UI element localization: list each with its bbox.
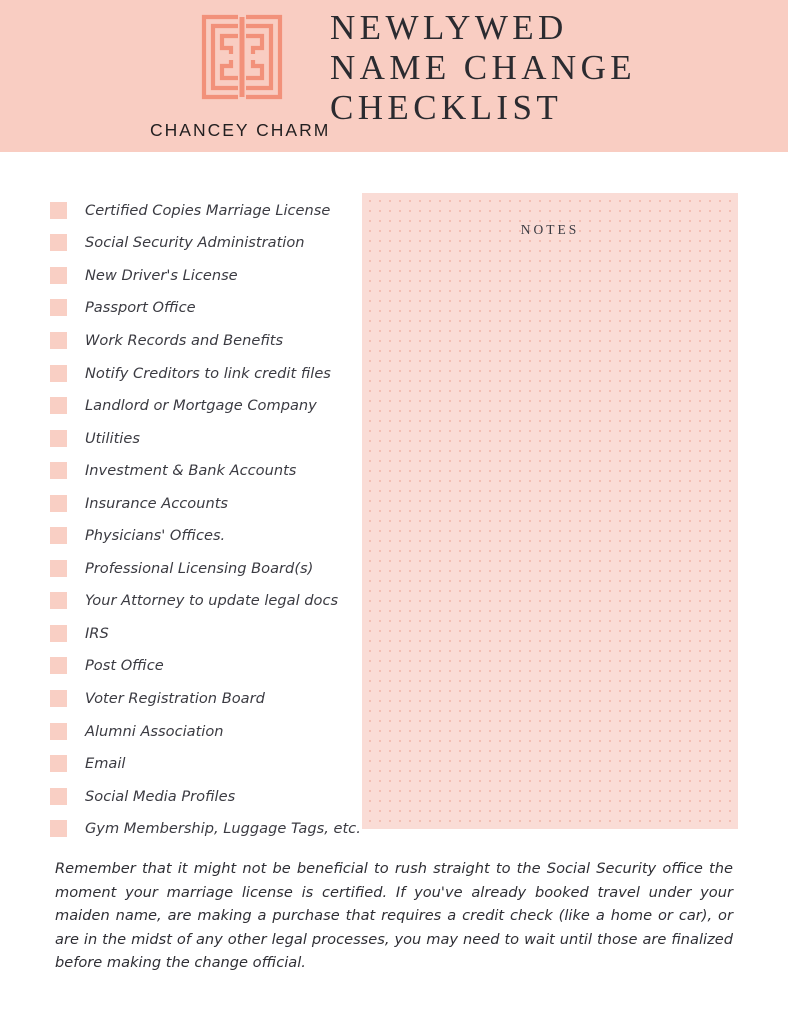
checklist-row[interactable]: Alumni Association: [50, 715, 350, 748]
checkbox-icon[interactable]: [50, 787, 67, 805]
checklist-row[interactable]: Landlord or Mortgage Company: [50, 389, 350, 422]
checkbox-icon[interactable]: [50, 494, 67, 512]
checklist-row[interactable]: Social Security Administration: [50, 227, 350, 260]
checklist-row[interactable]: Professional Licensing Board(s): [50, 552, 350, 585]
checklist-item-label: Investment & Bank Accounts: [85, 462, 297, 480]
checkbox-icon[interactable]: [50, 364, 67, 382]
checklist-row[interactable]: New Driver's License: [50, 259, 350, 292]
chancey-charm-logo-icon: [201, 14, 283, 100]
checkbox-icon[interactable]: [50, 266, 67, 284]
checklist-item-label: Your Attorney to update legal docs: [85, 592, 339, 610]
checkbox-icon[interactable]: [50, 755, 67, 773]
checklist-row[interactable]: Passport Office: [50, 292, 350, 325]
checklist-item-label: Social Security Administration: [85, 234, 305, 252]
checklist-item-label: Social Media Profiles: [85, 787, 236, 805]
checklist-item-label: Landlord or Mortgage Company: [85, 397, 317, 415]
checklist-item-label: Email: [85, 755, 126, 773]
checkbox-icon[interactable]: [50, 722, 67, 740]
brand-block: CHANCEY CHARM: [150, 14, 331, 140]
checklist-item-label: Post Office: [85, 657, 164, 675]
checklist-row[interactable]: Gym Membership, Luggage Tags, etc.: [50, 812, 361, 845]
checklist-item-label: New Driver's License: [85, 266, 238, 284]
checklist-row[interactable]: Investment & Bank Accounts: [50, 454, 350, 487]
notes-panel[interactable]: NOTES: [362, 193, 738, 829]
notes-title: NOTES: [520, 222, 580, 237]
checkbox-icon[interactable]: [50, 299, 67, 317]
checkbox-icon[interactable]: [50, 624, 67, 642]
checklist: Certified Copies Marriage License Social …: [50, 194, 361, 845]
page-title: NEWLYWED NAME CHANGE CHECKLIST: [330, 8, 760, 128]
brand-wordmark: CHANCEY CHARM: [150, 120, 331, 140]
checkbox-icon[interactable]: [50, 397, 67, 415]
header-band: CHANCEY CHARM NEWLYWED NAME CHANGE CHECK…: [0, 0, 788, 152]
title-line-2: NAME CHANGE: [330, 48, 637, 87]
checklist-item-label: Passport Office: [85, 299, 196, 317]
checkbox-icon[interactable]: [50, 331, 67, 349]
checkbox-icon[interactable]: [50, 234, 67, 252]
checkbox-icon[interactable]: [50, 559, 67, 577]
checklist-row[interactable]: Email: [50, 747, 350, 780]
checkbox-icon[interactable]: [50, 527, 67, 545]
checklist-row[interactable]: Your Attorney to update legal docs: [50, 585, 350, 618]
checkbox-icon[interactable]: [50, 689, 67, 707]
title-line-3: CHECKLIST: [330, 88, 563, 127]
checkbox-icon[interactable]: [50, 657, 67, 675]
checklist-row[interactable]: Social Media Profiles: [50, 780, 350, 813]
checklist-item-label: Notify Creditors to link credit files: [85, 364, 331, 382]
checklist-item-label: Utilities: [85, 429, 140, 447]
checklist-row[interactable]: Post Office: [50, 650, 350, 683]
checklist-item-label: Voter Registration Board: [85, 689, 265, 707]
checklist-item-label: Physicians' Offices.: [85, 527, 226, 545]
footnote-text: Remember that it might not be beneficial…: [55, 860, 733, 971]
checklist-row[interactable]: Work Records and Benefits: [50, 324, 350, 357]
checklist-item-label: Gym Membership, Luggage Tags, etc.: [85, 820, 361, 838]
title-line-1: NEWLYWED: [330, 8, 568, 47]
checkbox-icon[interactable]: [50, 592, 67, 610]
checkbox-icon[interactable]: [50, 462, 67, 480]
checkbox-icon[interactable]: [50, 820, 67, 838]
checklist-row[interactable]: IRS: [50, 617, 350, 650]
checkbox-icon[interactable]: [50, 429, 67, 447]
checklist-item-label: Work Records and Benefits: [85, 331, 284, 349]
checklist-row[interactable]: Utilities: [50, 422, 350, 455]
checklist-row[interactable]: Insurance Accounts: [50, 487, 350, 520]
checklist-item-label: Insurance Accounts: [85, 494, 229, 512]
checklist-row[interactable]: Physicians' Offices.: [50, 519, 350, 552]
checklist-item-label: Certified Copies Marriage License: [85, 201, 331, 219]
checkbox-icon[interactable]: [50, 201, 67, 219]
checklist-item-label: Alumni Association: [85, 722, 224, 740]
sheet-body: Certified Copies Marriage License Social …: [0, 152, 788, 1024]
checklist-row[interactable]: Notify Creditors to link credit files: [50, 357, 350, 390]
checklist-item-label: Professional Licensing Board(s): [85, 559, 314, 577]
checklist-row[interactable]: Voter Registration Board: [50, 682, 350, 715]
checklist-item-label: IRS: [85, 624, 109, 642]
checklist-row[interactable]: Certified Copies Marriage License: [50, 194, 350, 227]
